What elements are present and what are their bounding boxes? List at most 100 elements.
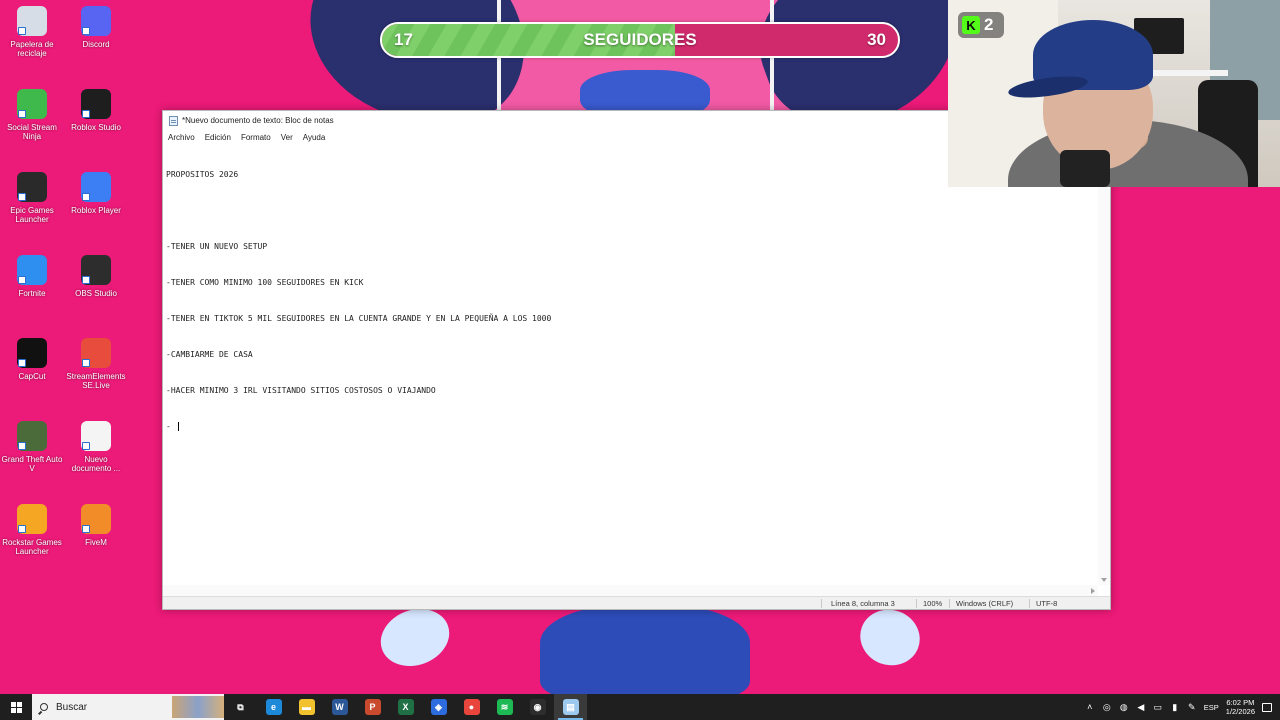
shortcut-arrow-icon bbox=[18, 442, 26, 450]
menu-ver[interactable]: Ver bbox=[280, 133, 294, 142]
shortcut-arrow-icon bbox=[18, 276, 26, 284]
search-icon bbox=[40, 703, 48, 711]
status-bar: Línea 8, columna 3 100% Windows (CRLF) U… bbox=[163, 596, 1110, 609]
desktop-icon[interactable]: Epic Games Launcher bbox=[0, 172, 64, 224]
discord-icon bbox=[81, 6, 111, 36]
desktop-icon[interactable]: FiveM bbox=[64, 504, 128, 547]
gta-v-icon bbox=[17, 421, 47, 451]
taskbar-app-button[interactable]: ▤ bbox=[554, 694, 587, 720]
wallpaper-shape bbox=[852, 601, 928, 674]
window-title: *Nuevo documento de texto: Bloc de notas bbox=[182, 116, 334, 125]
start-button[interactable] bbox=[0, 694, 32, 720]
scroll-down-arrow-icon[interactable] bbox=[1101, 578, 1107, 582]
webcam-microphone bbox=[1060, 150, 1110, 187]
taskbar-app-button[interactable]: ▬ bbox=[290, 694, 323, 720]
text-caret bbox=[177, 422, 179, 431]
pen-icon[interactable]: ✎ bbox=[1187, 702, 1197, 712]
headset-icon[interactable]: ◍ bbox=[1119, 702, 1129, 712]
system-tray: ˄ ◎ ◍ ◀ ▭ ▮ ✎ ESP 6:02 PM 1/2/2026 bbox=[1085, 694, 1280, 720]
chevron-up-icon[interactable]: ˄ bbox=[1085, 702, 1095, 712]
excel-icon: X bbox=[397, 699, 414, 715]
shortcut-arrow-icon bbox=[82, 27, 90, 35]
text-line: - bbox=[166, 422, 176, 431]
clock-date: 1/2/2026 bbox=[1225, 707, 1255, 716]
taskbar-app-button[interactable]: W bbox=[323, 694, 356, 720]
wallpaper-shape bbox=[540, 605, 750, 700]
text-editor-area[interactable]: PROPOSITOS 2026 -TENER UN NUEVO SETUP -T… bbox=[163, 145, 1098, 585]
taskbar-app-button[interactable]: e bbox=[257, 694, 290, 720]
desktop-icon[interactable]: Grand Theft Auto V bbox=[0, 421, 64, 473]
search-highlight-image bbox=[172, 696, 224, 718]
language-indicator[interactable]: ESP bbox=[1204, 703, 1219, 712]
text-line: -HACER MINIMO 3 IRL VISITANDO SITIOS COS… bbox=[166, 386, 436, 395]
desktop-icon[interactable]: CapCut bbox=[0, 338, 64, 381]
obs-icon bbox=[81, 255, 111, 285]
desktop-icon-label: FiveM bbox=[85, 538, 107, 547]
taskbar-app-button[interactable]: X bbox=[389, 694, 422, 720]
social-stream-ninja-icon bbox=[17, 89, 47, 119]
text-line: -TENER EN TIKTOK 5 MIL SEGUIDORES EN LA … bbox=[166, 314, 552, 323]
file-explorer-icon: ▬ bbox=[298, 699, 315, 715]
shortcut-arrow-icon bbox=[82, 359, 90, 367]
desktop-icon-label: Discord bbox=[82, 40, 110, 49]
network-icon[interactable]: ▭ bbox=[1153, 702, 1163, 712]
clock[interactable]: 6:02 PM 1/2/2026 bbox=[1226, 698, 1255, 716]
taskbar-app-button[interactable]: ≋ bbox=[488, 694, 521, 720]
chrome-icon: ● bbox=[463, 699, 480, 715]
shortcut-arrow-icon bbox=[18, 193, 26, 201]
desktop-icon[interactable]: Discord bbox=[64, 6, 128, 49]
roblox-studio-icon bbox=[81, 89, 111, 119]
desktop-icon-label: Social Stream Ninja bbox=[7, 123, 57, 141]
desktop-icon[interactable]: Nuevo documento ... bbox=[64, 421, 128, 473]
desktop-icon-label: CapCut bbox=[18, 372, 46, 381]
microphone-icon[interactable]: ▮ bbox=[1170, 702, 1180, 712]
menu-ayuda[interactable]: Ayuda bbox=[302, 133, 327, 142]
taskbar-apps: ⧉ e ▬ W P X ◈ ● ≋ ◉ ▤ bbox=[224, 694, 587, 720]
desktop-icon-label: Fortnite bbox=[18, 289, 46, 298]
desktop-icon[interactable]: Papelera de reciclaje bbox=[0, 6, 64, 58]
desktop-icon[interactable]: OBS Studio bbox=[64, 255, 128, 298]
fortnite-icon bbox=[17, 255, 47, 285]
notification-icon[interactable] bbox=[1262, 702, 1272, 712]
taskbar-app-button[interactable]: ⧉ bbox=[224, 694, 257, 720]
obs-taskbar-icon: ◉ bbox=[529, 699, 546, 715]
app-icon: ◈ bbox=[430, 699, 447, 715]
taskbar-app-button[interactable]: ◈ bbox=[422, 694, 455, 720]
vertical-scrollbar[interactable] bbox=[1098, 145, 1110, 585]
shortcut-arrow-icon bbox=[82, 442, 90, 450]
desktop-icon[interactable]: Rockstar Games Launcher bbox=[0, 504, 64, 556]
streamelements-icon bbox=[81, 338, 111, 368]
desktop-icon[interactable]: Social Stream Ninja bbox=[0, 89, 64, 141]
menu-formato[interactable]: Formato bbox=[240, 133, 272, 142]
tray-app-icon[interactable]: ◎ bbox=[1102, 702, 1112, 712]
menu-archivo[interactable]: Archivo bbox=[167, 133, 196, 142]
kick-viewer-badge: K 2 bbox=[958, 12, 1004, 38]
taskbar-app-button[interactable]: ● bbox=[455, 694, 488, 720]
taskbar-app-button[interactable]: P bbox=[356, 694, 389, 720]
desktop-icon[interactable]: StreamElements SE.Live bbox=[64, 338, 128, 390]
desktop-icon-label: Epic Games Launcher bbox=[10, 206, 54, 224]
desktop-icon-label: Roblox Studio bbox=[71, 123, 121, 132]
shortcut-arrow-icon bbox=[82, 193, 90, 201]
text-line bbox=[166, 205, 1095, 217]
roblox-player-icon bbox=[81, 172, 111, 202]
taskbar-app-button[interactable]: ◉ bbox=[521, 694, 554, 720]
status-divider bbox=[821, 599, 822, 608]
shortcut-arrow-icon bbox=[82, 525, 90, 533]
follower-goal-label: SEGUIDORES bbox=[583, 30, 697, 49]
scroll-right-arrow-icon[interactable] bbox=[1091, 588, 1095, 594]
desktop-icon[interactable]: Fortnite bbox=[0, 255, 64, 298]
follower-goal-target: 30 bbox=[867, 30, 886, 49]
shortcut-arrow-icon bbox=[18, 27, 26, 35]
desktop-icon[interactable]: Roblox Studio bbox=[64, 89, 128, 132]
word-icon: W bbox=[331, 699, 348, 715]
taskbar-search-box[interactable]: Buscar bbox=[32, 694, 224, 720]
menu-edicion[interactable]: Edición bbox=[204, 133, 232, 142]
shortcut-arrow-icon bbox=[82, 276, 90, 284]
shortcut-arrow-icon bbox=[18, 110, 26, 118]
desktop-icon[interactable]: Roblox Player bbox=[64, 172, 128, 215]
speaker-icon[interactable]: ◀ bbox=[1136, 702, 1146, 712]
task-view-icon: ⧉ bbox=[232, 699, 249, 715]
status-cursor-position: Línea 8, columna 3 bbox=[831, 599, 895, 608]
recycle-bin-icon bbox=[17, 6, 47, 36]
